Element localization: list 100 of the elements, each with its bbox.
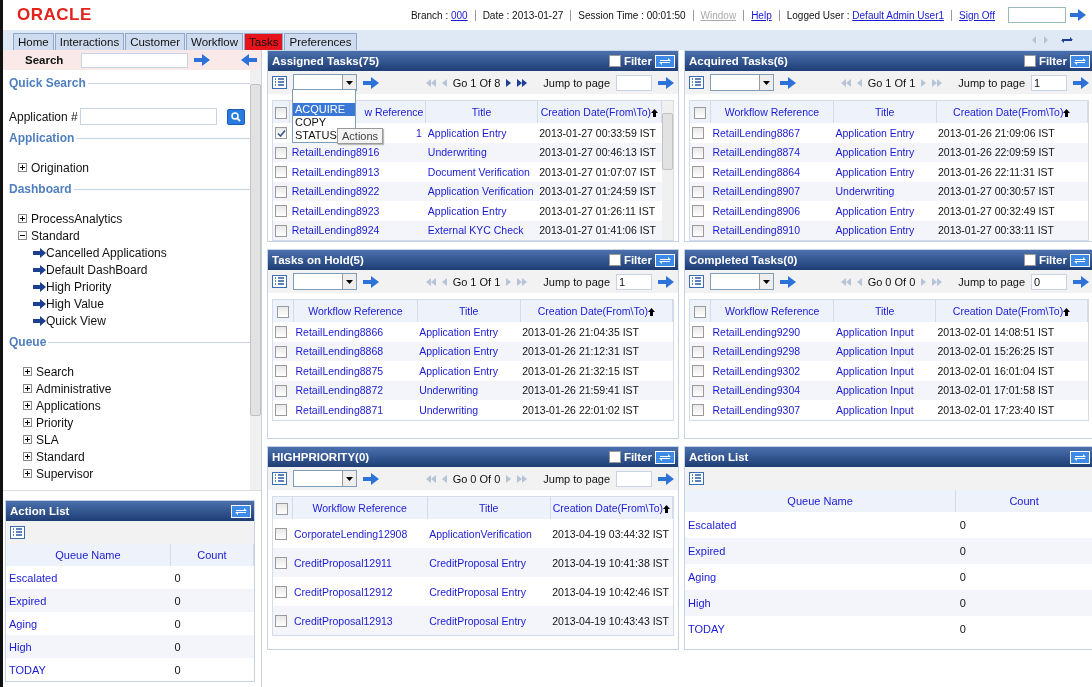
checkbox[interactable] [692,384,704,397]
title-link[interactable]: Underwriting [417,380,521,400]
list-icon[interactable] [272,76,287,89]
refresh-icon[interactable] [231,504,251,518]
checkbox[interactable] [275,205,287,218]
queue-link[interactable]: High [6,635,171,658]
caret-icon[interactable] [763,80,770,85]
queue-link[interactable]: Expired [685,538,956,564]
sort-icon[interactable] [651,109,658,118]
tab[interactable]: Tasks [244,33,284,50]
workflow-link[interactable]: RetailLending8924 [289,220,426,240]
column-header[interactable]: Creation Date(From\To) [935,300,1088,322]
first-page-icon[interactable] [425,77,436,88]
title-link[interactable]: Application Entry [417,341,521,361]
status-link[interactable]: Default Admin User1 [852,9,945,21]
page-input[interactable]: 1 [616,273,652,290]
workflow-link[interactable]: RetailLending8916 [289,142,426,162]
checkbox[interactable] [275,384,287,397]
list-icon[interactable] [272,275,287,288]
title-link[interactable]: Application Input [834,400,936,420]
workflow-link[interactable]: CreditProposal12913 [292,606,428,635]
column-header[interactable]: Title [427,497,551,519]
go-arrow-icon[interactable] [363,472,379,485]
checkbox[interactable] [275,326,287,339]
title-link[interactable]: Application Entry [833,220,936,240]
go-arrow-icon[interactable] [194,54,210,66]
status-link[interactable]: 000 [450,9,468,21]
list-icon[interactable] [689,275,704,288]
workflow-link[interactable]: RetailLending8868 [293,341,418,361]
checkbox[interactable] [692,185,704,198]
nav-arrows-icon[interactable] [1032,36,1048,44]
checkbox[interactable] [692,205,704,218]
title-link[interactable]: Application Input [834,341,936,361]
expand-icon[interactable] [18,163,27,172]
expand-icon[interactable] [23,418,32,427]
title-link[interactable]: Application Entry [833,201,936,221]
workflow-link[interactable]: RetailLending9304 [710,380,834,400]
tab[interactable]: Workflow [186,33,244,50]
first-page-icon[interactable] [840,77,851,88]
list-icon[interactable] [272,472,287,485]
title-link[interactable]: Application Entry [417,322,521,342]
checkbox[interactable] [692,326,704,339]
title-link[interactable]: Underwriting [425,142,538,162]
previous-page-icon[interactable] [856,276,862,287]
checkbox[interactable] [692,224,704,237]
title-link[interactable]: CreditProposal Entry [427,606,551,635]
title-link[interactable]: Application Verification [425,181,538,201]
expand-icon[interactable] [23,384,32,393]
workflow-link[interactable]: RetailLending8872 [293,380,418,400]
caret-icon[interactable] [346,80,353,85]
filter-checkbox[interactable] [1023,55,1036,67]
tree-item[interactable]: Administrative [36,381,112,396]
go-arrow-icon[interactable] [1073,275,1089,288]
queue-link[interactable]: Aging [685,564,956,590]
input-field[interactable] [79,108,217,125]
expand-icon[interactable] [23,401,32,410]
refresh-icon[interactable] [1060,35,1074,45]
list-icon[interactable] [689,472,704,485]
page-input[interactable]: 1 [1031,74,1067,91]
title-link[interactable]: Application Entry [425,201,538,221]
dashboard-link[interactable]: Default DashBoard [9,261,250,278]
expand-icon[interactable] [18,214,27,223]
refresh-icon[interactable] [655,54,675,68]
column-header[interactable]: Title [833,101,936,123]
dashboard-link[interactable]: High Priority [9,278,250,295]
list-icon[interactable] [10,526,25,539]
title-link[interactable]: Application Input [834,380,936,400]
workflow-link[interactable]: RetailLending8864 [710,162,834,182]
column-header[interactable]: Workflow Reference [292,497,428,519]
list-icon[interactable] [689,76,704,89]
title-link[interactable]: Application Entry [833,123,936,143]
checkbox[interactable] [692,404,704,417]
collapse-icon[interactable] [18,231,27,240]
workflow-link[interactable]: RetailLending9307 [710,400,834,420]
column-header[interactable]: Creation Date(From\To) [520,300,673,322]
column-header[interactable]: Title [417,300,521,322]
tab[interactable]: Customer [125,33,185,50]
workflow-link[interactable]: RetailLending9302 [710,361,834,381]
queue-link[interactable]: TODAY [685,616,956,642]
next-page-icon[interactable] [506,77,512,88]
dashboard-link[interactable]: Quick View [9,312,250,329]
expand-icon[interactable] [23,435,32,444]
menu-option[interactable]: ACQUIRE [293,103,355,116]
search-button[interactable] [226,108,245,125]
caret-icon[interactable] [346,476,353,481]
go-arrow-icon[interactable] [658,275,674,288]
checkbox[interactable] [275,557,287,570]
title-link[interactable]: CreditProposal Entry [427,548,551,577]
checkbox[interactable] [275,404,287,417]
column-header[interactable]: Creation Date(From\To) [550,497,673,519]
header-link[interactable]: Help [751,9,772,21]
checkbox[interactable] [275,528,287,541]
filter-checkbox[interactable] [608,55,621,67]
workflow-link[interactable]: RetailLending8874 [710,142,834,162]
title-link[interactable]: Application Input [834,361,936,381]
tab[interactable]: Preferences [284,33,357,50]
scrollbar[interactable] [662,101,673,240]
filter-checkbox[interactable] [1023,254,1036,266]
go-arrow-icon[interactable] [1070,9,1086,21]
queue-link[interactable]: Expired [6,589,171,612]
